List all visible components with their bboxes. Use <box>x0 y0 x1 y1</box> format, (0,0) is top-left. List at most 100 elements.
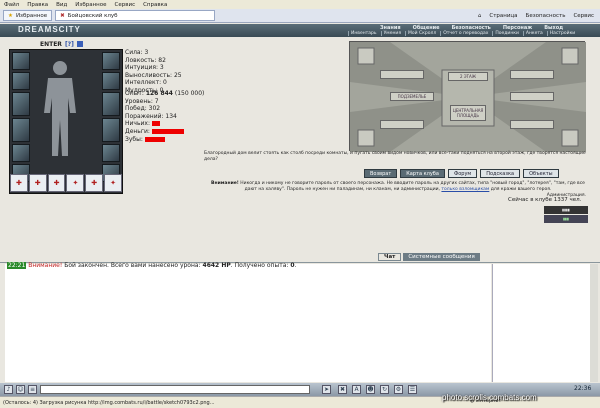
settings-icon[interactable]: ⚙ <box>394 385 403 394</box>
stat-endurance: Выносливость: 25 <box>125 71 182 79</box>
message-exp-text: . Получено опыта: <box>230 262 289 269</box>
smile-icon[interactable]: ☺ <box>16 385 25 394</box>
message-text: Бой закончен. Всего вами нанесено урона: <box>64 262 201 269</box>
money-line: Деньги: <box>125 128 204 136</box>
rating-counter-2[interactable]: ▮▮▮ <box>544 215 588 223</box>
online-users-list[interactable] <box>492 264 590 382</box>
legs-slot[interactable] <box>102 118 120 142</box>
potion-slot-3[interactable]: ✚ <box>47 174 66 192</box>
map-room-nw[interactable] <box>380 70 424 79</box>
map-dungeon[interactable]: ПОДЗЕМЕЛЬЕ <box>390 92 434 101</box>
experience-value: 126 844 <box>145 90 173 97</box>
potion-slot-2[interactable]: ✚ <box>28 174 47 192</box>
star-icon: ★ <box>8 12 13 19</box>
nav-battles[interactable]: Поединки <box>492 31 521 36</box>
menu-edit[interactable]: Правка <box>27 2 48 8</box>
gloves-slot[interactable] <box>102 72 120 90</box>
forum-button[interactable]: Форум <box>447 169 478 178</box>
favorites-label: Избранное <box>15 12 48 19</box>
character-stats: Сила: 3 Ловкость: 82 Интуиция: 3 Выносли… <box>125 49 182 95</box>
send-icon[interactable]: ➤ <box>322 385 331 394</box>
filter-icon[interactable]: ≡ <box>28 385 37 394</box>
character-silhouette <box>44 61 76 156</box>
chat-input[interactable] <box>40 385 310 394</box>
tab-bar: ★ Избранное ✖ Бойцовский клуб ⌂ Страница… <box>0 9 600 23</box>
boots-slot[interactable] <box>102 144 120 162</box>
message-time: 22:21 <box>7 262 27 269</box>
stat-strength: Сила: 3 <box>125 49 149 56</box>
friends-icon[interactable]: ☰ <box>408 385 417 394</box>
hint-button[interactable]: Подсказка <box>480 169 521 178</box>
translit-icon[interactable]: A <box>352 385 361 394</box>
nav-transfers[interactable]: Отчет о переводах <box>440 31 490 36</box>
menu-file[interactable]: Файл <box>4 2 19 8</box>
tab-system-messages[interactable]: Системные сообщения <box>403 253 480 261</box>
safety-menu[interactable]: Безопасность <box>526 13 566 19</box>
experience-line: Опыт: 126 844 (150 000) <box>125 90 205 97</box>
message-attention: Внимание! <box>28 262 63 269</box>
location-actions: Возврат Карта клуба Форум Подсказка Объе… <box>364 169 559 178</box>
nav-settings[interactable]: Настройки <box>546 31 577 36</box>
belt-slot[interactable] <box>12 144 30 162</box>
users-scrollbar[interactable] <box>590 264 598 382</box>
clan-icon <box>76 41 83 47</box>
map-room-sw[interactable] <box>380 120 424 129</box>
message-damage: 4642 HP <box>202 262 231 269</box>
clear-icon[interactable]: ✖ <box>338 385 347 394</box>
map-floor-2[interactable]: 2 ЭТАЖ <box>448 72 488 81</box>
map-room-ne[interactable] <box>510 70 554 79</box>
objects-button[interactable]: Объекты <box>523 169 559 178</box>
tab-fight-club[interactable]: ✖ Бойцовский клуб <box>55 10 216 21</box>
map-room-se[interactable] <box>510 120 554 129</box>
rating-counter-1[interactable]: ▮▮▮▮ <box>544 206 588 214</box>
menu-favorites[interactable]: Избранное <box>75 2 106 8</box>
page-menu[interactable]: Страница <box>489 13 517 19</box>
map-room-e[interactable] <box>510 92 554 101</box>
shield-slot[interactable] <box>102 92 120 116</box>
helmet-slot[interactable] <box>12 52 30 70</box>
earring-slot[interactable] <box>102 52 120 70</box>
menu-view[interactable]: Вид <box>56 2 67 8</box>
amulet-slot[interactable] <box>12 72 30 90</box>
sub-nav: Инвентарь Умения Мой Скролл Отчет о пере… <box>348 31 577 36</box>
club-map-button[interactable]: Карта клуба <box>400 169 445 178</box>
message-exp-value: 0 <box>290 262 295 269</box>
character-progress: Опыт: 126 844 (150 000) Уровень: 7 Побед… <box>125 90 204 143</box>
sound-icon[interactable]: ♪ <box>4 385 13 394</box>
redacted-bar <box>144 136 165 142</box>
emoticon-icon[interactable]: ☻ <box>366 385 375 394</box>
online-count: Сейчас в клубе 1337 чел. <box>508 197 582 203</box>
weapon-slot[interactable] <box>12 92 30 116</box>
scroll-slot-2[interactable]: ✚ <box>85 174 104 192</box>
warning-tail: для кражи вашего героя. <box>490 186 552 192</box>
scroll-slot-3[interactable]: ✦ <box>104 174 122 192</box>
nav-my-scroll[interactable]: Мой Скролл <box>405 31 438 36</box>
game-clock: 22:36 <box>574 385 592 392</box>
tools-menu[interactable]: Сервис <box>573 13 594 19</box>
map-central-square[interactable]: ЦЕНТРАЛЬНАЯ ПЛОЩАДЬ <box>450 105 486 121</box>
experience-next: (150 000) <box>174 90 205 97</box>
tab-label: Бойцовский клуб <box>67 12 118 19</box>
warning-link[interactable]: только взломщикам <box>441 187 489 192</box>
nav-profile[interactable]: Анкета <box>522 31 545 36</box>
favorites-button[interactable]: ★ Избранное <box>3 10 53 21</box>
chat-window[interactable] <box>5 264 491 382</box>
potion-slot-1[interactable]: ✚ <box>10 174 28 192</box>
nav-inventory[interactable]: Инвентарь <box>348 31 379 36</box>
page-icon: ✖ <box>60 12 65 19</box>
menu-bar: Файл Правка Вид Избранное Сервис Справка <box>0 0 600 9</box>
refresh-icon[interactable]: ↻ <box>380 385 389 394</box>
stat-intuition: Интуиция: 3 <box>125 64 164 72</box>
menu-help[interactable]: Справка <box>143 2 167 8</box>
chat-message: 22:21 Внимание! Бой закончен. Всего вами… <box>7 262 297 269</box>
nav-skills[interactable]: Умения <box>380 31 403 36</box>
armor-slot[interactable] <box>12 118 30 142</box>
return-button[interactable]: Возврат <box>364 169 398 178</box>
scroll-slot-1[interactable]: ✦ <box>66 174 85 192</box>
password-warning: Внимание! Никогда и никому не говорите п… <box>206 181 590 198</box>
menu-tools[interactable]: Сервис <box>115 2 136 8</box>
losses-line: Поражений: 134 <box>125 112 177 120</box>
char-info-link[interactable]: [?] <box>65 41 74 48</box>
home-icon[interactable]: ⌂ <box>478 13 482 19</box>
tab-chat[interactable]: Чат <box>378 253 402 261</box>
